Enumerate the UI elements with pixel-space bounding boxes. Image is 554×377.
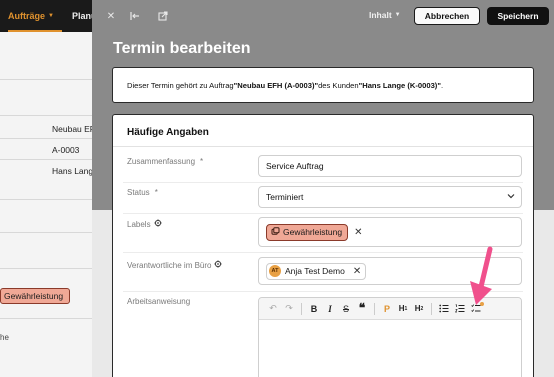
modal-toolbar: ✕ Inhalt ▼ Abbrechen Speichern	[92, 0, 554, 32]
required-marker: *	[200, 157, 204, 166]
divider	[113, 146, 533, 147]
divider	[374, 302, 375, 315]
strikethrough-icon[interactable]: S	[338, 301, 354, 317]
divider	[123, 182, 523, 183]
status-select[interactable]: Terminiert	[258, 186, 522, 208]
bg-row-customer: Hans Lange	[52, 166, 98, 176]
notice-suffix: .	[440, 80, 444, 90]
office-responsible-label: Verantwortliche im Büro	[127, 260, 223, 270]
required-marker: *	[154, 188, 158, 197]
status-label-text: Status	[127, 188, 150, 197]
content-dropdown[interactable]: Inhalt ▼	[369, 10, 401, 20]
bg-row-order-id: A-0003	[52, 145, 80, 155]
user-chip: AT Anja Test Demo ✕	[266, 262, 367, 280]
info-notice: Dieser Termin gehört zu Auftrag "Neubau …	[112, 67, 534, 103]
collapse-panel-icon[interactable]	[128, 9, 142, 23]
label-chip: Gewährleistung	[266, 223, 349, 241]
edit-appointment-modal: ✕ Inhalt ▼ Abbrechen Speichern Termin be…	[92, 0, 554, 377]
summary-label-text: Zusammenfassung	[127, 157, 196, 166]
page-title: Termin bearbeiten	[113, 40, 251, 57]
notice-prefix: Dieser Termin gehört zu Auftrag	[127, 80, 234, 90]
section-title: Häufige Angaben	[127, 127, 209, 138]
label-chip-text: Gewährleistung	[283, 227, 343, 237]
open-external-icon[interactable]	[156, 9, 170, 23]
nav-item-label: Aufträge	[8, 11, 46, 21]
gear-icon[interactable]	[153, 219, 162, 229]
summary-label: Zusammenfassung *	[127, 157, 203, 166]
user-chip-name: Anja Test Demo	[285, 266, 345, 276]
bg-row-project: Neubau EF	[52, 124, 95, 134]
gear-icon[interactable]	[214, 260, 223, 270]
redo-icon[interactable]: ↷	[281, 301, 297, 317]
italic-icon[interactable]: I	[322, 301, 338, 317]
remove-label-icon[interactable]: ✕	[354, 227, 362, 238]
chevron-down-icon: ▼	[394, 12, 401, 18]
notice-customer: "Hans Lange (K-0003)"	[358, 80, 441, 90]
chevron-down-icon: ▼	[48, 13, 54, 19]
undo-icon[interactable]: ↶	[265, 301, 281, 317]
notice-middle: des Kunden	[318, 80, 359, 90]
heading1-icon[interactable]: H1	[395, 301, 411, 317]
status-value: Terminiert	[266, 192, 304, 202]
office-responsible-label-text: Verantwortliche im Büro	[127, 260, 212, 270]
save-button[interactable]: Speichern	[487, 7, 549, 25]
close-icon[interactable]: ✕	[104, 9, 118, 23]
divider	[301, 302, 302, 315]
numbered-list-icon[interactable]	[452, 301, 468, 317]
quote-icon[interactable]: ❝	[354, 301, 370, 317]
bullet-list-icon[interactable]	[436, 301, 452, 317]
bg-side-text: he	[0, 333, 9, 342]
labels-label: Labels	[127, 219, 162, 229]
instructions-editor[interactable]: ↶ ↷ B I S ❝ P H1 H2	[258, 297, 522, 377]
annotation-arrow-icon	[470, 246, 493, 305]
bold-icon[interactable]: B	[306, 301, 322, 317]
content-dropdown-label: Inhalt	[369, 10, 392, 20]
notice-order: "Neubau EFH (A-0003)"	[233, 80, 319, 90]
divider	[431, 302, 432, 315]
heading2-icon[interactable]: H2	[411, 301, 427, 317]
labels-label-text: Labels	[127, 219, 151, 229]
paragraph-icon[interactable]: P	[379, 301, 395, 317]
remove-user-icon[interactable]: ✕	[353, 266, 361, 277]
instructions-label: Arbeitsanweisung	[127, 297, 190, 306]
instructions-label-text: Arbeitsanweisung	[127, 297, 191, 306]
nav-item-auftraege[interactable]: Aufträge ▼	[8, 0, 62, 32]
tag-icon	[271, 226, 280, 238]
chevron-down-icon	[507, 192, 515, 202]
summary-value: Service Auftrag	[266, 161, 324, 171]
divider	[123, 213, 523, 214]
status-label: Status *	[127, 188, 158, 197]
bg-label-chip: Gewährleistung	[0, 288, 71, 304]
labels-field[interactable]: Gewährleistung ✕	[258, 217, 522, 247]
divider	[123, 252, 523, 253]
cancel-button[interactable]: Abbrechen	[414, 7, 480, 25]
bg-label-chip-text: Gewährleistung	[4, 291, 64, 301]
divider	[123, 291, 523, 292]
summary-input[interactable]: Service Auftrag	[258, 155, 522, 177]
avatar: AT	[269, 265, 281, 277]
